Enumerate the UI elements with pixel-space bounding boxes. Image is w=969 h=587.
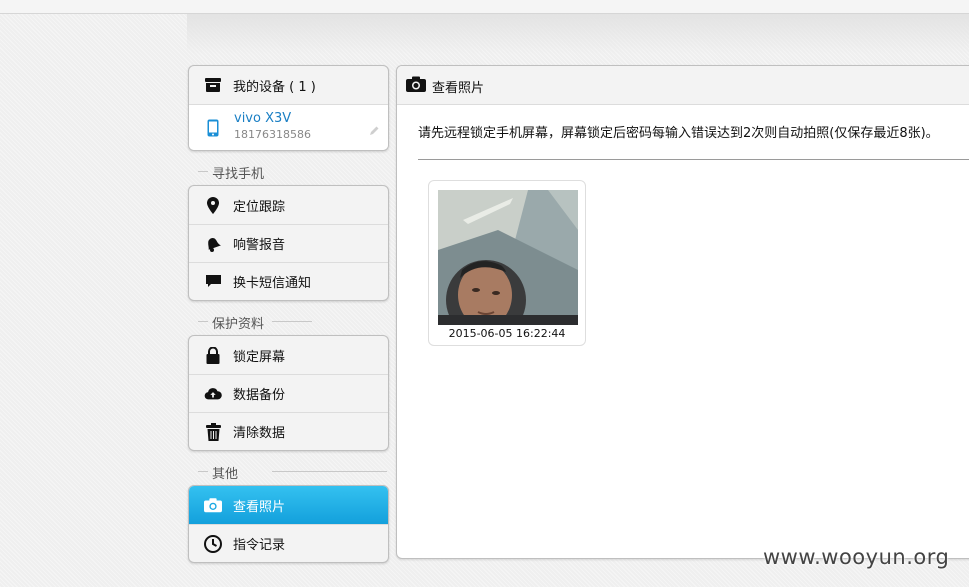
photos-panel: 查看照片 请先远程锁定手机屏幕，屏幕锁定后密码每输入错误达到2次则自动拍照(仅保…: [396, 65, 969, 559]
menu-item-locate[interactable]: 定位跟踪: [189, 186, 388, 224]
menu-item-lock-screen[interactable]: 锁定屏幕: [189, 336, 388, 374]
bell-icon: [204, 235, 222, 253]
device-item[interactable]: vivo X3V 18176318586: [189, 104, 388, 150]
menu-item-label: 锁定屏幕: [233, 349, 286, 365]
menu-item-label: 数据备份: [233, 388, 286, 403]
section-protect-data-label: 保护资料: [212, 317, 265, 332]
camera-icon: [406, 76, 426, 96]
menu-item-label: 指令记录: [233, 538, 286, 553]
pencil-icon[interactable]: [368, 122, 380, 141]
menu-item-wipe-data[interactable]: 清除数据: [189, 412, 388, 450]
device-number: 18176318586: [234, 128, 311, 141]
clock-icon: [204, 534, 222, 553]
header-shadow: [187, 14, 969, 54]
menu-item-label: 查看照片: [233, 499, 286, 515]
menu-item-label: 响警报音: [233, 238, 286, 253]
camera-icon: [204, 496, 222, 514]
cloud-upload-icon: [204, 385, 222, 403]
photo-notice: 请先远程锁定手机屏幕，屏幕锁定后密码每输入错误达到2次则自动拍照(仅保存最近8张…: [418, 126, 939, 141]
message-icon: [204, 273, 222, 291]
panel-title: 查看照片: [432, 81, 485, 96]
protect-data-card: 锁定屏幕 数据备份 清除数据: [188, 335, 389, 451]
find-phone-card: 定位跟踪 响警报音 换卡短信通知: [188, 185, 389, 301]
menu-item-label: 定位跟踪: [233, 199, 286, 215]
menu-item-view-photos[interactable]: 查看照片: [189, 486, 388, 524]
panel-header: 查看照片: [397, 66, 969, 105]
section-find-phone: 寻找手机: [188, 163, 387, 182]
menu-item-sim-notify[interactable]: 换卡短信通知: [189, 262, 388, 300]
menu-item-command-log[interactable]: 指令记录: [189, 524, 388, 562]
phone-icon: [207, 119, 219, 141]
section-other-label: 其他: [212, 467, 239, 482]
watermark: www.wooyun.org: [763, 545, 950, 569]
menu-item-backup[interactable]: 数据备份: [189, 374, 388, 412]
photo-card[interactable]: 2015-06-05 16:22:44: [428, 180, 586, 346]
device-box-icon: [204, 76, 222, 94]
trash-icon: [204, 422, 222, 441]
photo-timestamp: 2015-06-05 16:22:44: [448, 327, 566, 340]
location-pin-icon: [204, 196, 222, 214]
my-devices-card: 我的设备 ( 1 ) vivo X3V 18176318586: [188, 65, 389, 151]
top-bar: [0, 0, 969, 14]
section-other: 其他: [188, 463, 387, 482]
section-find-phone-label: 寻找手机: [212, 167, 265, 182]
lock-icon: [204, 346, 222, 364]
divider: [418, 159, 969, 160]
my-devices-header[interactable]: 我的设备 ( 1 ): [189, 66, 388, 104]
other-card: 查看照片 指令记录: [188, 485, 389, 563]
section-protect-data: 保护资料: [188, 313, 387, 332]
menu-item-alarm[interactable]: 响警报音: [189, 224, 388, 262]
photo-thumbnail[interactable]: [438, 190, 578, 325]
device-name: vivo X3V: [234, 111, 292, 126]
menu-item-label: 清除数据: [233, 426, 286, 441]
my-devices-title: 我的设备 ( 1 ): [233, 79, 316, 95]
menu-item-label: 换卡短信通知: [233, 276, 312, 291]
